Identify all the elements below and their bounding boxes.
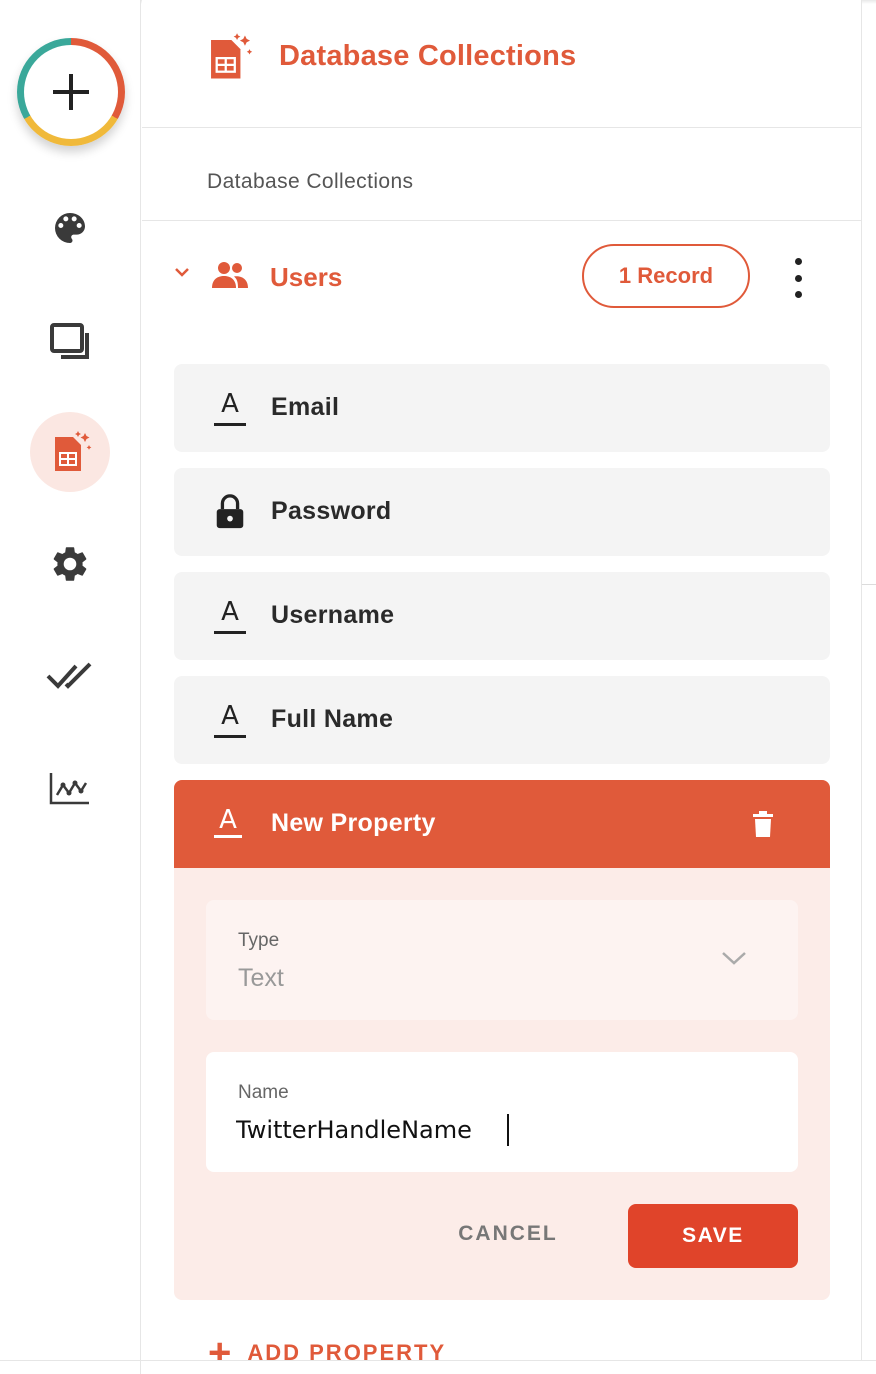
edge-divider <box>862 584 876 585</box>
property-row-email[interactable]: A Email <box>174 364 830 452</box>
type-value: Text <box>238 964 284 992</box>
analytics-icon <box>49 773 89 805</box>
name-label: Name <box>238 1082 289 1103</box>
collections-panel: Database Collections Database Collection… <box>142 0 862 1360</box>
left-rail <box>0 0 141 1374</box>
rail-item-analytics[interactable] <box>30 748 110 828</box>
text-caret <box>507 1114 509 1146</box>
property-row-username[interactable]: A Username <box>174 572 830 660</box>
page-title: Database Collections <box>279 40 577 72</box>
property-row-password[interactable]: Password <box>174 468 830 556</box>
rail-item-theme[interactable] <box>30 188 110 268</box>
property-label: Password <box>271 497 392 525</box>
type-select[interactable]: Type Text <box>206 900 798 1020</box>
create-button-inner <box>24 45 118 139</box>
database-icon <box>55 431 92 471</box>
new-property-header[interactable]: A New Property <box>174 780 830 868</box>
text-type-icon: A <box>214 702 246 738</box>
users-icon <box>212 262 248 288</box>
type-label: Type <box>238 930 280 951</box>
text-type-icon: A <box>214 390 246 426</box>
more-options-icon[interactable] <box>782 258 814 298</box>
trash-icon[interactable] <box>752 811 774 837</box>
property-label: Full Name <box>271 705 394 733</box>
chevron-down-icon <box>722 952 746 965</box>
pages-icon <box>50 323 89 359</box>
new-property-card: A New Property Type Text Name CANCEL SAV… <box>174 780 830 1300</box>
add-property-label: ADD PROPERTY <box>247 1340 447 1360</box>
property-label: Username <box>271 601 395 629</box>
name-field[interactable]: Name <box>206 1052 798 1172</box>
collection-row-users: Users 1 Record <box>142 222 861 332</box>
save-button[interactable]: SAVE <box>628 1204 798 1268</box>
kebab-dot <box>794 258 802 265</box>
gear-icon <box>53 547 87 581</box>
collection-name[interactable]: Users <box>270 262 342 293</box>
double-check-icon <box>46 662 92 689</box>
chevron-down-icon[interactable] <box>174 266 190 278</box>
add-property-button[interactable]: + ADD PROPERTY <box>208 1331 447 1360</box>
cancel-button[interactable]: CANCEL <box>444 1206 572 1262</box>
section-header: Database Collections <box>142 128 861 221</box>
rail-item-screens[interactable] <box>30 302 110 382</box>
rail-item-database[interactable] <box>30 412 110 492</box>
section-label: Database Collections <box>207 170 414 193</box>
text-type-icon: A <box>214 598 246 634</box>
property-label: Email <box>271 393 340 421</box>
plus-icon: + <box>208 1331 232 1360</box>
lock-icon <box>216 494 244 529</box>
text-type-icon: A <box>214 806 242 838</box>
palette-icon <box>55 213 85 243</box>
database-collections-icon <box>211 33 253 79</box>
kebab-dot <box>794 274 802 282</box>
panel-header: Database Collections <box>142 0 861 128</box>
kebab-dot <box>794 291 802 298</box>
plus-icon <box>53 74 89 110</box>
bottom-divider <box>0 1360 876 1361</box>
name-input[interactable] <box>236 1110 776 1150</box>
create-button[interactable] <box>17 38 125 146</box>
property-row-full-name[interactable]: A Full Name <box>174 676 830 764</box>
rail-item-tasks[interactable] <box>30 636 110 716</box>
new-property-title: New Property <box>271 809 436 837</box>
record-count-button[interactable]: 1 Record <box>582 244 750 308</box>
rail-item-settings[interactable] <box>30 524 110 604</box>
